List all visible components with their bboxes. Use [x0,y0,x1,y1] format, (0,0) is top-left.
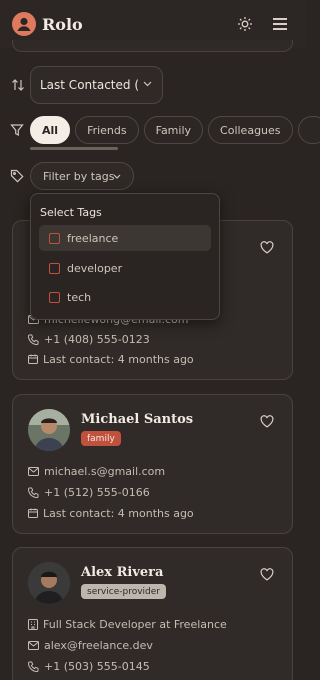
contact-name[interactable]: Michael Santos [81,412,193,427]
filter-chips: All Friends Family Colleagues [30,116,320,144]
previous-card-edge [12,40,293,52]
contact-email[interactable]: michael.s@gmail.com [28,464,165,478]
filter-by-tags-button[interactable]: Filter by tags [30,162,134,190]
filter-by-tags-label: Filter by tags [43,169,115,183]
heart-icon[interactable] [260,241,274,254]
mail-icon [28,640,39,650]
tags-dropdown: Select Tags freelance developer tech [30,193,220,320]
contact-phone[interactable]: +1 (503) 555-0145 [28,659,150,673]
app-title: Rolo [42,14,83,34]
sort-row: Last Contacted (F [0,66,306,104]
sort-select[interactable]: Last Contacted (F [30,66,163,104]
category-badge: family [81,431,121,446]
phone-icon [28,334,39,345]
filter-icon [10,124,24,137]
contact-last-contact: Last contact: 4 months ago [28,352,194,366]
sort-select-value: Last Contacted (F [40,78,138,92]
building-icon [28,618,38,630]
filter-chip-colleagues[interactable]: Colleagues [208,116,293,144]
phone-icon [28,487,39,498]
tag-option-tech[interactable]: tech [39,284,211,310]
contact-email[interactable]: alex@freelance.dev [28,638,153,652]
contact-card[interactable]: Alex Rivera service-provider Full Stack … [12,547,293,680]
contact-phone[interactable]: +1 (512) 555-0166 [28,485,150,499]
dropdown-title: Select Tags [40,206,102,219]
hamburger-menu-icon[interactable] [270,14,290,34]
contact-job: Full Stack Developer at Freelance [28,617,227,631]
chevron-down-icon [113,174,121,179]
sun-icon[interactable] [235,14,255,34]
filter-chip-friends[interactable]: Friends [75,116,139,144]
calendar-icon [28,508,38,518]
heart-icon[interactable] [260,568,274,581]
checkbox[interactable] [49,262,60,274]
calendar-icon [28,354,38,364]
contact-name[interactable]: Alex Rivera [81,565,163,580]
mail-icon [28,466,39,476]
contact-phone[interactable]: +1 (408) 555-0123 [28,332,150,346]
tag-icon [10,169,24,183]
contact-card[interactable]: Michael Santos family michael.s@gmail.co… [12,394,293,534]
contact-last-contact: Last contact: 4 months ago [28,506,194,520]
tag-option-developer[interactable]: developer [39,255,211,281]
tags-row: Filter by tags [0,162,306,190]
filter-chip-family[interactable]: Family [143,116,204,144]
filter-chip-all[interactable]: All [30,116,71,144]
avatar [28,562,70,604]
logo-icon [12,12,36,36]
checkbox[interactable] [49,291,60,303]
tag-option-freelance[interactable]: freelance [39,225,211,251]
checkbox[interactable] [49,232,60,244]
filter-scrollbar[interactable] [30,147,118,150]
category-badge: service-provider [81,584,166,599]
phone-icon [28,661,39,672]
chevron-down-icon [143,81,152,87]
avatar [28,409,70,451]
filter-row: All Friends Family Colleagues [0,116,320,146]
filter-chip-more[interactable] [297,116,320,144]
heart-icon[interactable] [260,415,274,428]
sort-icon [12,79,24,91]
